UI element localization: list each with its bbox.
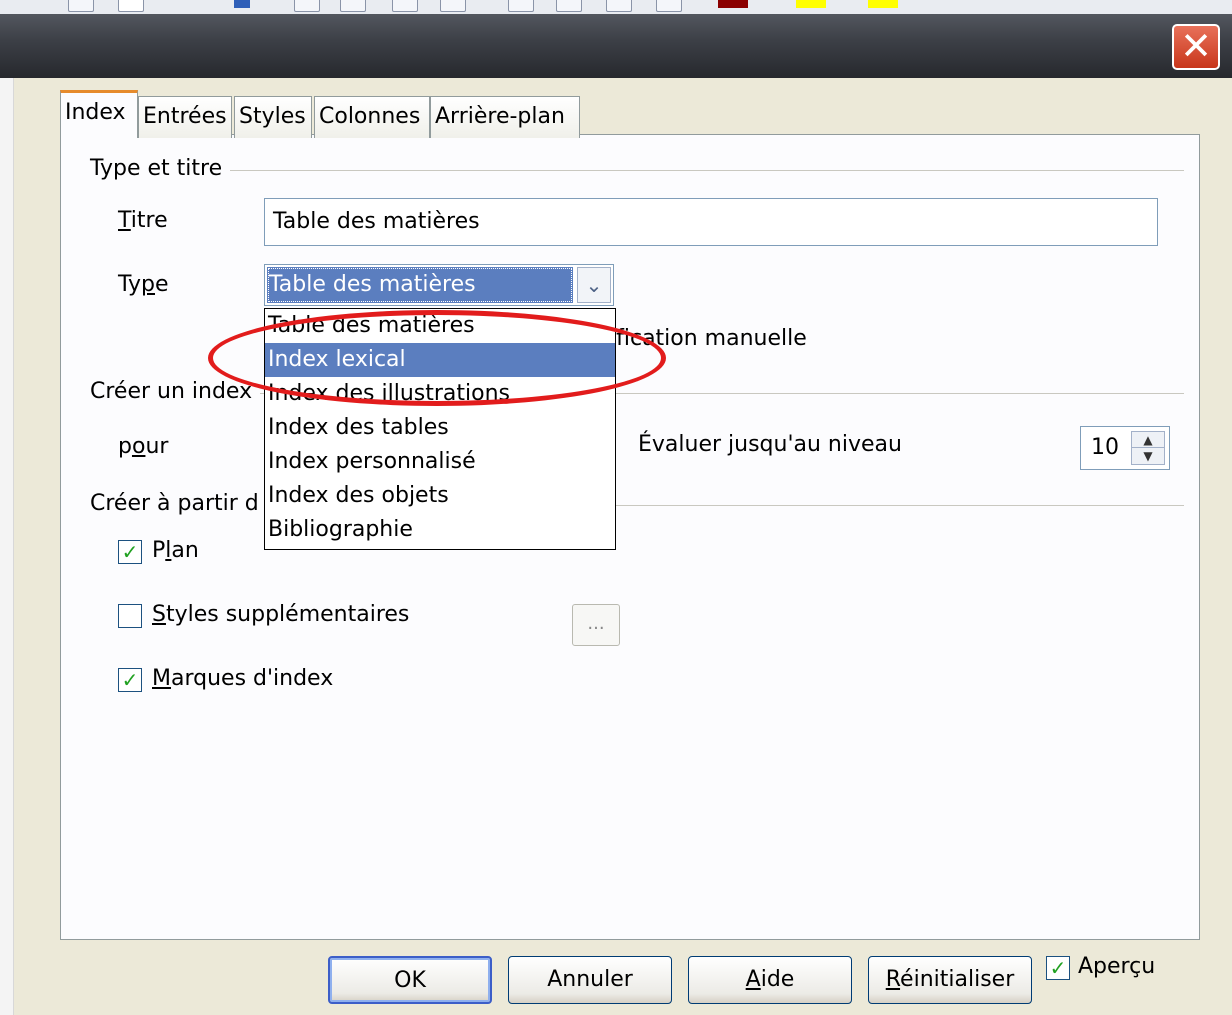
toolbar-button[interactable]: [606, 0, 632, 12]
toolbar-button[interactable]: [440, 0, 466, 12]
toolbar-button[interactable]: [656, 0, 682, 12]
toolbar-button[interactable]: [294, 0, 320, 12]
group-heading-create-from: Créer à partir d: [90, 491, 267, 516]
toolbar-button[interactable]: [508, 0, 534, 12]
type-select[interactable]: Table des matières ⌄: [264, 264, 614, 306]
extra-styles-checkbox[interactable]: [118, 604, 142, 628]
dropdown-option[interactable]: Index des objets: [265, 479, 615, 513]
ok-button[interactable]: OK: [328, 956, 492, 1004]
plan-label: Plan: [152, 538, 199, 563]
toolbar-button[interactable]: [340, 0, 366, 12]
toolbar-color-swatch[interactable]: [234, 0, 250, 8]
toolbar-button[interactable]: [118, 0, 144, 12]
tab-entries[interactable]: Entrées: [138, 96, 232, 138]
close-icon: ✕: [1180, 24, 1212, 68]
help-button[interactable]: Aide: [688, 956, 852, 1004]
tab-index[interactable]: Index: [60, 90, 138, 138]
plan-checkbox[interactable]: ✓: [118, 540, 142, 564]
toolbar-button[interactable]: [392, 0, 418, 12]
tab-panel-index: [60, 134, 1200, 940]
spin-up-icon[interactable]: ▲: [1132, 432, 1164, 448]
dialog-title-bar[interactable]: [0, 14, 1232, 78]
toolbar-color-swatch[interactable]: [796, 0, 826, 8]
toolbar-button[interactable]: [68, 0, 94, 12]
tab-background[interactable]: Arrière-plan: [430, 96, 580, 138]
close-button[interactable]: ✕: [1172, 24, 1220, 70]
preview-label: Aperçu: [1078, 954, 1156, 979]
dropdown-option[interactable]: Index des tables: [265, 411, 615, 445]
spin-down-icon[interactable]: ▼: [1132, 448, 1164, 464]
type-select-value: Table des matières: [267, 267, 573, 303]
chevron-down-icon[interactable]: ⌄: [577, 267, 611, 303]
group-separator: [90, 170, 1184, 171]
title-label: Titre: [118, 208, 168, 233]
group-heading-type-title: Type et titre: [90, 156, 231, 181]
app-background-strip: [0, 78, 14, 1015]
type-label: Type: [118, 272, 169, 297]
extra-styles-label: Styles supplémentaires: [152, 602, 410, 627]
index-marks-label: Marques d'index: [152, 666, 334, 691]
app-toolbar-strip: [0, 0, 1232, 14]
extra-styles-button[interactable]: ...: [572, 604, 620, 646]
check-icon: ✓: [121, 540, 139, 564]
evaluate-level-label: Évaluer jusqu'au niveau: [638, 432, 902, 457]
toolbar-button[interactable]: [556, 0, 582, 12]
dropdown-option[interactable]: Index personnalisé: [265, 445, 615, 479]
level-value: 10: [1091, 435, 1119, 460]
for-label: pour: [118, 434, 169, 459]
reset-button[interactable]: Réinitialiser: [868, 956, 1032, 1004]
index-marks-checkbox[interactable]: ✓: [118, 668, 142, 692]
group-heading-create-index: Créer un index: [90, 379, 261, 404]
level-spinbox[interactable]: 10 ▲ ▼: [1080, 426, 1170, 470]
check-icon: ✓: [121, 668, 139, 692]
tab-styles[interactable]: Styles: [234, 96, 312, 138]
tab-columns[interactable]: Colonnes: [314, 96, 430, 138]
toolbar-color-swatch[interactable]: [718, 0, 748, 8]
annotation-ellipse: [208, 310, 666, 406]
cancel-button[interactable]: Annuler: [508, 956, 672, 1004]
dropdown-option[interactable]: Bibliographie: [265, 513, 615, 547]
preview-checkbox[interactable]: ✓: [1046, 956, 1070, 980]
title-input[interactable]: Table des matières: [264, 198, 1158, 246]
toolbar-color-swatch[interactable]: [868, 0, 898, 8]
spin-buttons[interactable]: ▲ ▼: [1131, 431, 1165, 465]
check-icon: ✓: [1049, 956, 1067, 980]
